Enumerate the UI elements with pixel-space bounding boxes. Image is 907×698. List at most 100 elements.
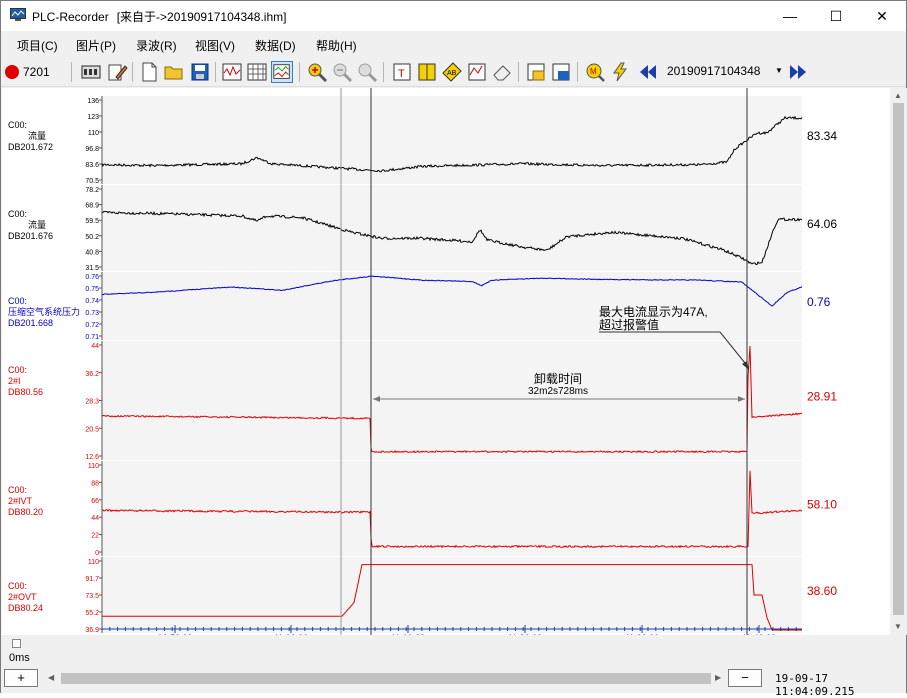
close-button[interactable]: ✕ bbox=[859, 1, 905, 31]
plot-background bbox=[102, 557, 802, 633]
y-tick-label: 0.74 bbox=[85, 298, 99, 305]
ms-checkbox[interactable] bbox=[12, 639, 21, 648]
last-icon[interactable] bbox=[787, 61, 809, 83]
scroll-up-icon[interactable]: ▲ bbox=[894, 91, 902, 100]
y-tick-label: 66 bbox=[91, 498, 99, 505]
vertical-scroll-thumb[interactable] bbox=[893, 103, 904, 615]
y-tick-label: 31.5 bbox=[85, 265, 99, 272]
channel-panel: 110 88 66 44 22 0 C00:2#IVTDB80.20 58.10 bbox=[8, 461, 837, 557]
y-tick-label: 96.8 bbox=[85, 146, 99, 153]
search-data-icon[interactable]: M bbox=[584, 61, 606, 83]
y-tick-label: 0.71 bbox=[85, 334, 99, 341]
grid-icon[interactable] bbox=[246, 61, 268, 83]
save-chart-icon[interactable] bbox=[550, 61, 572, 83]
maximize-button[interactable]: ☐ bbox=[813, 1, 859, 31]
minimize-button[interactable]: — bbox=[767, 1, 813, 31]
split-view-icon[interactable] bbox=[271, 61, 293, 83]
y-tick-label: 44 bbox=[91, 343, 99, 350]
channel-name: 压缩空气系统压力 bbox=[8, 306, 80, 317]
channel-value: 83.34 bbox=[807, 129, 837, 143]
ms-label: 0ms bbox=[9, 652, 30, 664]
vertical-scrollbar[interactable]: ▲ ▼ bbox=[890, 88, 907, 635]
cursor-timestamp: 19-09-17 11:04:09.215 bbox=[775, 672, 855, 698]
channel-prefix: C00: bbox=[8, 581, 27, 591]
record-file-selector[interactable]: 20190917104348 bbox=[667, 64, 760, 78]
toolbar-separator bbox=[518, 62, 519, 82]
svg-text:M: M bbox=[590, 67, 597, 76]
channel-name: 2#IVT bbox=[8, 496, 33, 506]
y-tick-label: 110 bbox=[88, 559, 99, 566]
menu-record[interactable]: 录波(R) bbox=[136, 37, 177, 54]
minimize-icon: — bbox=[783, 8, 797, 24]
channel-name: 流量 bbox=[28, 130, 46, 141]
lightning-icon[interactable] bbox=[609, 61, 631, 83]
first-icon[interactable] bbox=[637, 61, 659, 83]
device-icon[interactable] bbox=[80, 61, 102, 83]
plot-background bbox=[102, 461, 802, 556]
scroll-down-icon[interactable]: ▼ bbox=[894, 622, 902, 631]
max-current-note-line1: 最大电流显示为47A, bbox=[599, 305, 708, 319]
dropdown-arrow-icon[interactable]: ▼ bbox=[775, 66, 783, 75]
channel-address: DB80.56 bbox=[8, 387, 43, 397]
y-tick-label: 44 bbox=[91, 515, 99, 522]
open-folder-icon[interactable] bbox=[163, 61, 185, 83]
title-bar: PLC-Recorder [来自于->20190917104348.ihm] — … bbox=[1, 1, 906, 31]
scroll-right-icon[interactable]: ▶ bbox=[715, 673, 721, 682]
channel-name: 流量 bbox=[28, 219, 46, 230]
channel-value: 28.91 bbox=[807, 390, 837, 404]
channel-address: DB201.668 bbox=[8, 318, 53, 328]
horizontal-scroll-thumb[interactable] bbox=[61, 673, 711, 684]
zoom-in-button[interactable]: + bbox=[4, 669, 38, 687]
waveform-chart[interactable]: 13612311096.883.670.5C00:流量DB201.67283.3… bbox=[2, 88, 890, 635]
scroll-left-icon[interactable]: ◀ bbox=[48, 673, 54, 682]
y-tick-label: 83.6 bbox=[85, 162, 99, 169]
y-tick-label: 0.75 bbox=[85, 286, 99, 293]
toolbar-separator bbox=[71, 62, 72, 82]
y-tick-label: 88 bbox=[91, 480, 99, 487]
y-tick-label: 70.5 bbox=[85, 178, 99, 185]
export-icon[interactable] bbox=[525, 61, 547, 83]
maximize-icon: ☐ bbox=[829, 7, 843, 24]
waveform-chart-area[interactable]: 136 123 110 96.8 83.6 70.5 C00: 流量 DB201.672 83.3… bbox=[2, 88, 890, 643]
zoom-out-button[interactable]: − bbox=[728, 669, 762, 687]
max-current-note-line2: 超过报警值 bbox=[599, 317, 659, 332]
save-icon[interactable] bbox=[189, 61, 211, 83]
record-indicator-icon[interactable] bbox=[5, 65, 19, 79]
zoom-in-icon[interactable] bbox=[306, 61, 328, 83]
channel-prefix: C00: bbox=[8, 209, 27, 219]
chart-settings-icon[interactable] bbox=[466, 61, 488, 83]
cursor-icon[interactable] bbox=[416, 61, 438, 83]
channel-value: 0.76 bbox=[807, 295, 831, 309]
toolbar-separator bbox=[383, 62, 384, 82]
plot-background bbox=[102, 96, 802, 184]
menu-picture[interactable]: 图片(P) bbox=[76, 37, 116, 54]
text-annotation-icon[interactable]: T bbox=[391, 61, 413, 83]
edit-icon[interactable] bbox=[106, 61, 128, 83]
channel-value: 38.60 bbox=[807, 584, 837, 598]
zoom-out-icon[interactable] bbox=[331, 61, 353, 83]
y-tick-label: 36.9 bbox=[85, 627, 99, 634]
channel-panel: 78.2 68.9 59.5 50.2 40.8 31.5 C00:流量DB201.676 6… bbox=[8, 185, 837, 272]
y-tick-label: 40.8 bbox=[85, 249, 99, 256]
y-tick-label: 55.2 bbox=[85, 610, 99, 617]
ab-cursor-icon[interactable]: AB bbox=[441, 61, 463, 83]
y-tick-label: 136 bbox=[87, 98, 99, 105]
unload-time-label: 卸载时间 bbox=[534, 371, 582, 386]
eraser-icon[interactable] bbox=[491, 61, 513, 83]
y-tick-label: 0.76 bbox=[85, 274, 99, 281]
menu-data[interactable]: 数据(D) bbox=[255, 37, 296, 54]
channel-name: 2#I bbox=[8, 376, 21, 386]
waveform-icon[interactable] bbox=[221, 61, 243, 83]
new-file-icon[interactable] bbox=[138, 61, 160, 83]
app-icon bbox=[10, 8, 26, 21]
channel-prefix: C00: bbox=[8, 365, 27, 375]
menu-project[interactable]: 项目(C) bbox=[17, 37, 58, 54]
zoom-reset-icon[interactable] bbox=[356, 61, 378, 83]
channel-value: 64.06 bbox=[807, 217, 837, 231]
menu-view[interactable]: 视图(V) bbox=[195, 37, 235, 54]
svg-text:AB: AB bbox=[447, 70, 457, 77]
horizontal-scrollbar[interactable]: ◀ ▶ bbox=[43, 670, 727, 687]
y-tick-label: 110 bbox=[88, 463, 99, 470]
menu-help[interactable]: 帮助(H) bbox=[316, 37, 357, 54]
channel-name: 2#OVT bbox=[8, 592, 37, 602]
